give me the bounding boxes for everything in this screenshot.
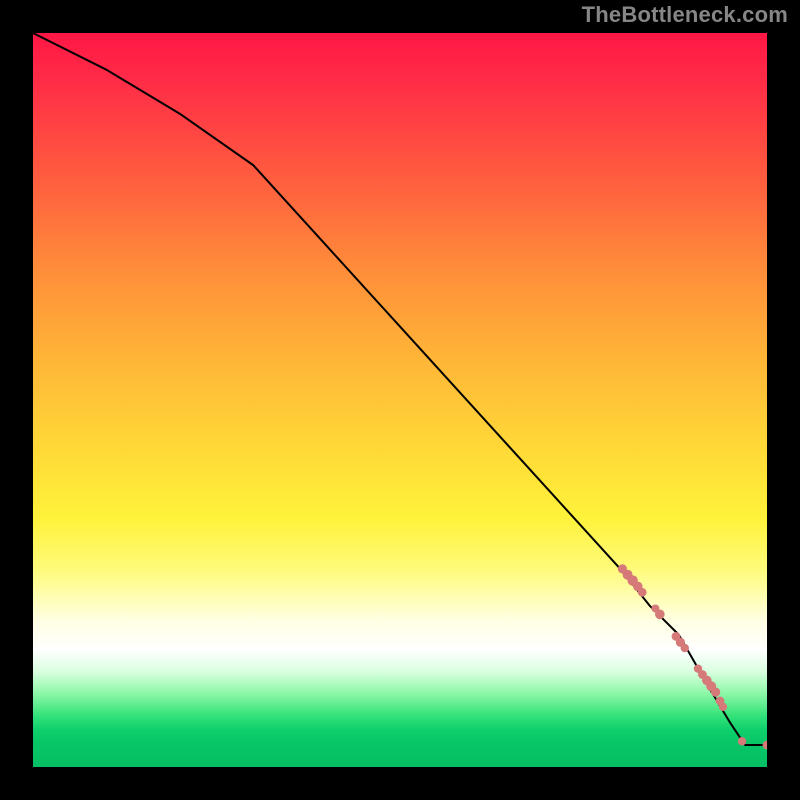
chart-overlay-svg (33, 33, 767, 767)
watermark-text: TheBottleneck.com (582, 2, 788, 28)
data-marker (763, 741, 767, 750)
plot-area (33, 33, 767, 767)
data-marker (638, 588, 647, 597)
data-marker (681, 644, 689, 652)
main-curve-line (33, 33, 767, 745)
chart-stage: TheBottleneck.com (0, 0, 800, 800)
data-marker (655, 610, 665, 620)
data-marker (711, 688, 720, 697)
data-marker (738, 737, 746, 745)
data-marker (719, 703, 727, 711)
